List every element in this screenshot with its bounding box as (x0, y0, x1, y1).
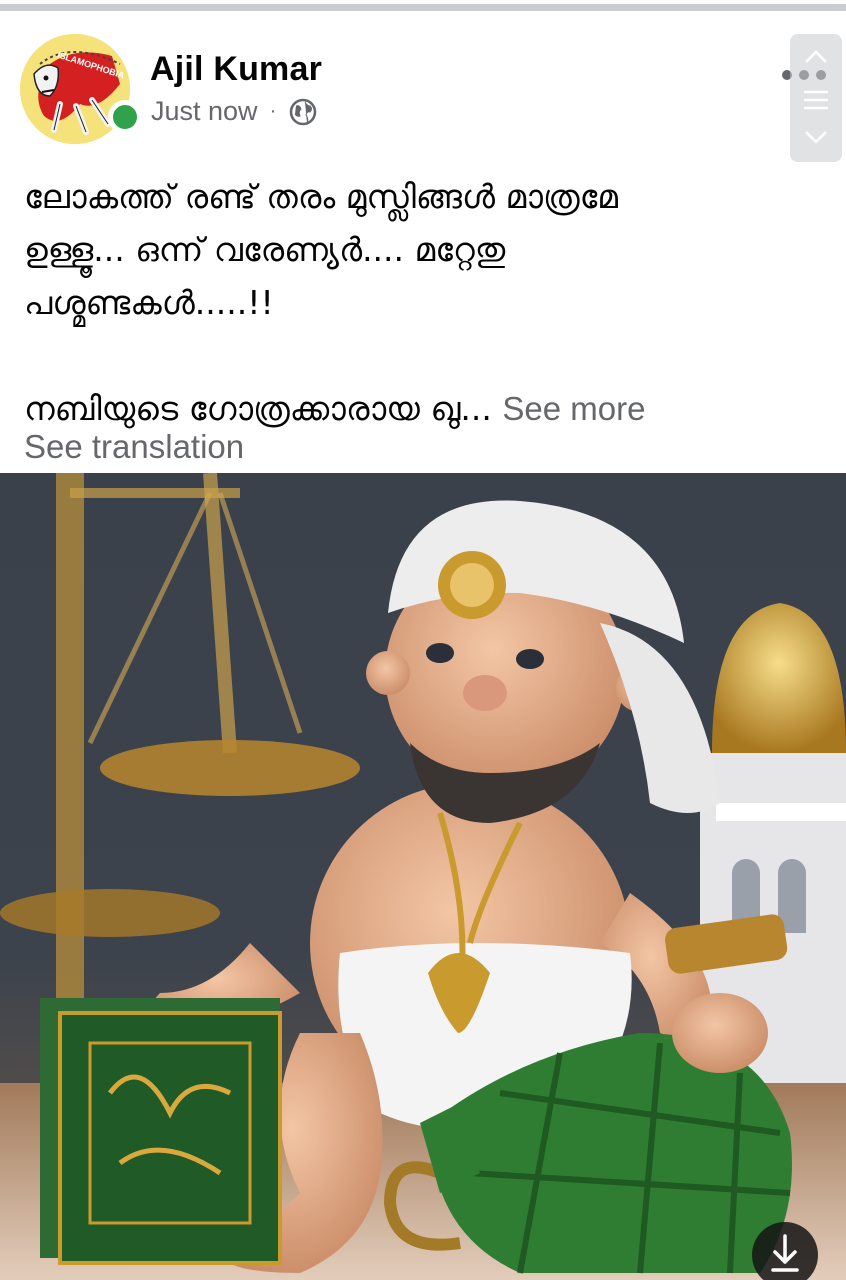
top-divider (0, 0, 846, 12)
post-header: ISLAMOPHOBIA Ajil Kumar Just now · (0, 12, 846, 152)
truncated-text: നബിയുടെ ഗോത്രക്കാരായ ഖു... (24, 389, 492, 428)
post-image[interactable] (0, 473, 846, 1280)
post-text-line: പശ്മണ്ടകൾ.....!! (24, 283, 274, 322)
online-status-icon (108, 100, 142, 134)
meta-separator: · (269, 100, 277, 122)
globe-icon[interactable] (288, 97, 318, 127)
scroll-handle[interactable] (790, 34, 842, 162)
post-text-line: ഉള്ളൂ... ഒന്ന് വരേണ്യർ.... മറ്റേതു (24, 230, 506, 269)
see-more-link[interactable]: See more (502, 390, 645, 427)
post-text-line: ലോകത്ത് രണ്ട് തരം മുസ്ലിങ്ങൾ മാത്രമേ (24, 177, 618, 216)
post-body: ലോകത്ത് രണ്ട് തരം മുസ്ലിങ്ങൾ മാത്രമേ ഉള്… (24, 170, 804, 435)
download-icon (771, 1234, 799, 1272)
author-name[interactable]: Ajil Kumar (150, 50, 322, 89)
see-translation-link[interactable]: See translation (24, 428, 244, 466)
post-timestamp[interactable]: Just now (151, 96, 258, 127)
post-photo (0, 473, 846, 1280)
scroll-arrows-icon (804, 50, 828, 144)
post-meta: Just now · (151, 96, 318, 127)
download-button[interactable] (752, 1222, 818, 1280)
